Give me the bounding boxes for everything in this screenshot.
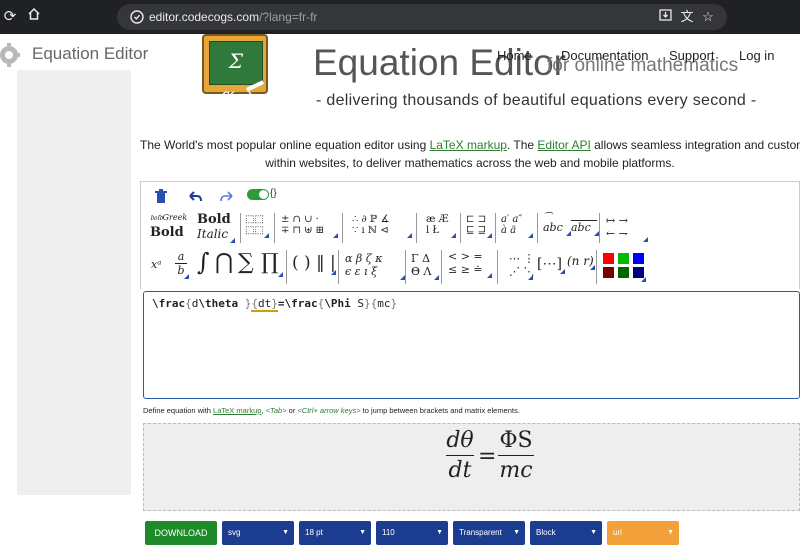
bookmark-star-icon[interactable]: ☆ <box>700 9 716 25</box>
accents-group[interactable]: a′ a″ à ä <box>501 214 533 238</box>
matrix-brackets-button[interactable]: [⋯] <box>537 256 565 274</box>
matrix-layout-group[interactable]: ⬚⬚ ⬚⬚ <box>245 214 269 238</box>
latex-input[interactable]: \frac{d\theta }{dt}=\frac{\Phi S}{mc} <box>143 291 800 399</box>
brackets-group[interactable]: ( ) ‖ | <box>292 253 336 275</box>
separator <box>460 213 461 243</box>
separator <box>495 213 496 243</box>
nav-support[interactable]: Support <box>669 48 715 63</box>
separator <box>599 213 600 243</box>
over-under-group[interactable]: abc <box>571 215 599 236</box>
separator <box>596 250 597 284</box>
background-select[interactable]: Transparent ▼ <box>453 521 525 545</box>
nav-login[interactable]: Log in <box>739 48 774 63</box>
equation-editor-logo[interactable]: Σ f(x) <box>202 34 268 111</box>
brand-name[interactable]: Equation Editor <box>32 44 148 64</box>
superscript-button[interactable]: xᵃ <box>151 258 161 271</box>
binomial-button[interactable]: (n r) <box>567 254 595 270</box>
relations-group[interactable]: < > = ≤ ≥ ≐ <box>448 250 492 278</box>
reload-icon[interactable]: ⟳ <box>0 7 20 27</box>
brackets-toggle[interactable] <box>247 189 269 200</box>
intro-text: The World's most popular online equation… <box>140 138 800 170</box>
nav-documentation[interactable]: Documentation <box>561 48 648 63</box>
toggle-label: {} <box>270 188 277 199</box>
font-style-greek-group[interactable]: 𝔟𝔬𝔩𝔡Greek Bold <box>150 213 190 240</box>
tagline: - delivering thousands of beautiful equa… <box>316 92 757 109</box>
font-style-bold-italic-group[interactable]: Bold Italic <box>197 212 235 243</box>
editor-api-link[interactable]: Editor API <box>537 138 590 152</box>
separator <box>537 213 538 243</box>
arrows-group[interactable]: ↦ → ← ⇁ <box>606 214 648 242</box>
separator <box>342 213 343 243</box>
display-select[interactable]: Block ▼ <box>530 521 602 545</box>
logo-board: Σ f(x) <box>209 41 263 111</box>
preview-fraction-left: dθ dt <box>446 428 474 483</box>
sidebar-panel <box>17 70 131 495</box>
browser-toolbar: ⟳ editor.codecogs.com/?lang=fr-fr 文 ☆ <box>0 0 800 34</box>
separator <box>441 250 442 284</box>
separator <box>497 250 498 284</box>
separator <box>338 250 339 284</box>
preview-equals: = <box>478 444 497 469</box>
format-select[interactable]: svg ▼ <box>222 521 294 545</box>
separator <box>286 250 287 284</box>
editor-hint: Define equation with LaTeX markup, <Tab>… <box>143 406 520 415</box>
logic-symbols-group[interactable]: ∴ ∂ ℙ ∡ ∵ ı ℕ ⊲ <box>352 214 412 238</box>
separator <box>240 213 241 243</box>
font-size-select[interactable]: 18 pt ▼ <box>299 521 371 545</box>
separator <box>416 213 417 243</box>
color-swatch-red[interactable] <box>603 253 614 264</box>
integral-button[interactable]: ∫ <box>197 248 210 276</box>
gear-logo-icon <box>0 43 20 67</box>
sum-button[interactable]: ∑ <box>238 250 254 275</box>
dots-group[interactable]: ⋯ ⋮ ⋰ ⋱ <box>509 252 535 280</box>
dpi-select[interactable]: 110 ▼ <box>376 521 448 545</box>
big-cap-button[interactable]: ⋂ <box>215 250 233 275</box>
output-type-select[interactable]: url ▼ <box>607 521 679 545</box>
greek-lowercase-group[interactable]: α β ζ κϵ ε ı ξ <box>345 252 405 280</box>
nav-home[interactable]: Home <box>497 48 532 63</box>
site-info-icon[interactable] <box>129 9 145 25</box>
separator <box>274 213 275 243</box>
fraction-button[interactable]: ab <box>175 250 189 279</box>
address-bar[interactable]: editor.codecogs.com/?lang=fr-fr 文 ☆ <box>117 4 727 30</box>
color-swatch-blue[interactable] <box>633 253 644 264</box>
install-icon[interactable] <box>657 9 673 25</box>
home-icon[interactable] <box>24 7 44 27</box>
hint-latex-link[interactable]: LaTeX markup <box>213 406 261 415</box>
subset-symbols-group[interactable]: ⊏ ⊐ ⊑ ⊒ <box>466 214 492 238</box>
preview-fraction-right: ΦS mc <box>498 428 534 483</box>
color-swatch-green[interactable] <box>618 253 629 264</box>
wide-accents-group[interactable]: ⏜ abc <box>543 214 571 236</box>
color-swatch-maroon[interactable] <box>603 267 614 278</box>
product-button[interactable]: ∏ <box>261 250 283 277</box>
download-button[interactable]: DOWNLOAD <box>145 521 217 545</box>
undo-icon[interactable] <box>186 188 204 206</box>
url-text[interactable]: editor.codecogs.com/?lang=fr-fr <box>149 10 317 24</box>
trash-icon[interactable] <box>152 188 170 206</box>
colors-more-corner[interactable] <box>641 277 646 282</box>
binary-operators-group[interactable]: ± ∩ ∪ · ∓ ⊓ ⊎ ⊞ <box>281 214 338 238</box>
special-letters-group[interactable]: æ Æl Ł <box>426 214 456 238</box>
translate-icon[interactable]: 文 <box>679 9 695 25</box>
latex-markup-link[interactable]: LaTeX markup <box>430 138 507 152</box>
greek-uppercase-group[interactable]: Γ ΔΘ Λ <box>411 252 439 280</box>
redo-icon[interactable] <box>218 188 236 206</box>
separator <box>405 250 406 284</box>
color-swatch-darkgreen[interactable] <box>618 267 629 278</box>
